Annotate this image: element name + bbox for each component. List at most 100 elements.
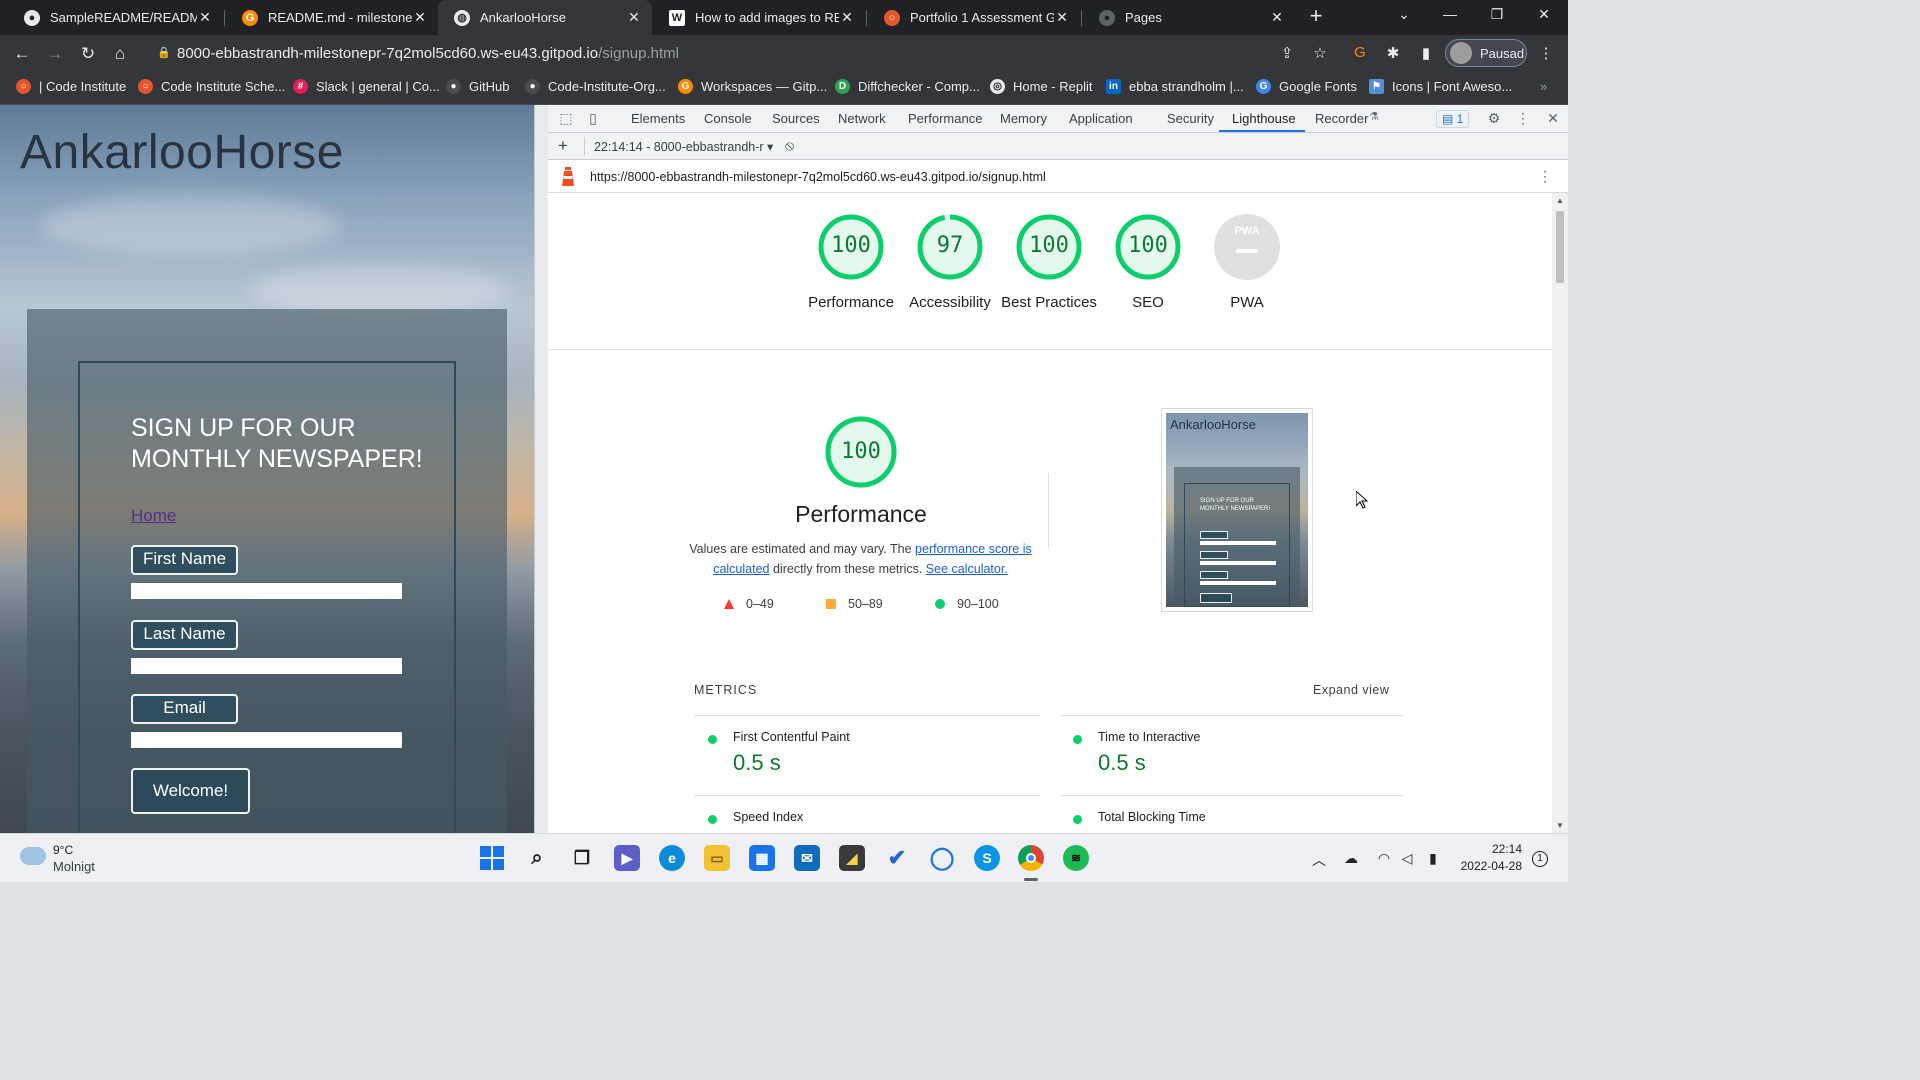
tab-wikihow[interactable]: W How to add images to REA ✕	[653, 0, 865, 35]
score-gauge-accessibility[interactable]: 97 Accessibility	[900, 213, 1000, 313]
expand-view-toggle[interactable]: Expand view	[1313, 683, 1389, 697]
volume-icon[interactable]: ◁	[1398, 850, 1416, 867]
scroll-up-icon[interactable]: ▲	[1556, 196, 1564, 205]
bookmark-item[interactable]: ○ Code Institute Sche...	[138, 79, 285, 94]
weather-description[interactable]: Molnigt	[53, 859, 95, 874]
score-gauge-pwa[interactable]: PWA PWA	[1197, 213, 1297, 313]
home-link[interactable]: Home	[131, 506, 176, 526]
scroll-down-icon[interactable]: ▼	[1556, 821, 1564, 830]
close-icon[interactable]: ✕	[197, 9, 213, 26]
devtools-tab-performance[interactable]: Performance	[908, 111, 982, 126]
wifi-icon[interactable]: ◠	[1375, 850, 1393, 867]
issues-badge[interactable]: ▤ 1	[1436, 110, 1470, 128]
messenger-icon[interactable]: ◯	[929, 845, 955, 871]
share-icon[interactable]: ⇪	[1277, 44, 1297, 62]
devtools-tab-sources[interactable]: Sources	[772, 111, 820, 126]
onedrive-cloud-icon[interactable]: ☁	[1342, 850, 1360, 867]
restore-icon[interactable]: ❐	[1487, 6, 1507, 23]
report-selector[interactable]: 22:14:14 - 8000-ebbastrandh-r ▾	[594, 139, 773, 154]
scrollbar-thumb[interactable]	[1556, 211, 1564, 283]
close-icon[interactable]: ✕	[839, 9, 855, 26]
edge-icon[interactable]: e	[659, 845, 685, 871]
tab-pages[interactable]: ● Pages ✕	[1083, 0, 1295, 35]
last-name-input[interactable]	[131, 658, 402, 674]
bookmark-item[interactable]: G Google Fonts	[1256, 79, 1357, 94]
windows-start-icon[interactable]	[479, 845, 505, 871]
close-icon[interactable]: ✕	[1054, 9, 1070, 26]
gitpod-extension-icon[interactable]: G	[1350, 44, 1370, 61]
bookmark-item[interactable]: in ebba strandholm |...	[1106, 79, 1244, 94]
spotify-icon[interactable]: ≋	[1063, 845, 1089, 871]
inspect-element-icon[interactable]: ⬚	[557, 110, 575, 127]
file-explorer-icon[interactable]: ▭	[704, 845, 730, 871]
tab-search-icon[interactable]: ⌄	[1394, 6, 1414, 23]
bookmark-star-icon[interactable]: ☆	[1310, 44, 1330, 62]
todo-icon[interactable]: ✔	[884, 845, 910, 871]
side-panel-icon[interactable]: ▮	[1416, 44, 1436, 62]
close-icon[interactable]: ✕	[626, 9, 642, 26]
profile-button[interactable]: Pausad	[1445, 39, 1527, 67]
devtools-tab-application[interactable]: Application	[1069, 111, 1133, 126]
lock-icon[interactable]: 🔒	[157, 46, 171, 59]
settings-gear-icon[interactable]: ⚙	[1485, 110, 1503, 127]
weather-temperature[interactable]: 9°C	[53, 843, 73, 857]
tab-readme-milestone[interactable]: G README.md - milestone-pr ✕	[226, 0, 438, 35]
reload-icon[interactable]: ↻	[77, 43, 99, 65]
clear-reports-icon[interactable]: ⦸	[785, 137, 794, 154]
new-tab-button[interactable]: +	[1305, 5, 1327, 28]
report-menu-icon[interactable]: ⋮	[1538, 168, 1552, 185]
skype-icon[interactable]: S	[974, 845, 1000, 871]
clock-date[interactable]: 2022-04-28	[1450, 859, 1522, 873]
weather-cloud-icon[interactable]	[20, 847, 46, 865]
mail-icon[interactable]: ✉	[794, 845, 820, 871]
clock-time[interactable]: 22:14	[1476, 842, 1522, 856]
bookmark-item[interactable]: ◎ Home - Replit	[990, 79, 1092, 94]
url-text[interactable]: 8000-ebbastrandh-milestonepr-7q2mol5cd60…	[177, 45, 679, 62]
final-screenshot-thumbnail[interactable]: AnkarlooHorse SIGN UP FOR OUR MONTHLY NE…	[1161, 408, 1313, 612]
devtools-tab-security[interactable]: Security	[1167, 111, 1214, 126]
extensions-icon[interactable]: ✱	[1383, 44, 1403, 62]
email-input[interactable]	[131, 732, 402, 748]
devtools-menu-icon[interactable]: ⋮	[1514, 110, 1532, 127]
tray-overflow-icon[interactable]: ︿	[1310, 850, 1328, 870]
score-gauge-best-practices[interactable]: 100 Best Practices	[999, 213, 1099, 313]
device-toolbar-icon[interactable]: ▯	[584, 110, 602, 127]
tab-portfolio-guide[interactable]: ○ Portfolio 1 Assessment Gui ✕	[868, 0, 1080, 35]
bookmark-item[interactable]: G Workspaces — Gitp...	[678, 79, 827, 94]
score-gauge-performance[interactable]: 100 Performance	[801, 213, 901, 313]
bookmark-item[interactable]: ● Code-Institute-Org...	[525, 79, 666, 94]
search-icon[interactable]: ⌕	[524, 845, 550, 871]
bookmark-item[interactable]: # Slack | general | Co...	[293, 79, 440, 94]
browser-menu-icon[interactable]: ⋮	[1536, 44, 1556, 62]
close-icon[interactable]: ✕	[412, 9, 428, 26]
bookmark-item[interactable]: ● GitHub	[446, 79, 509, 94]
devtools-tab-recorder[interactable]: Recorder	[1315, 111, 1368, 126]
close-devtools-icon[interactable]: ✕	[1544, 110, 1562, 127]
bookmark-item[interactable]: D Diffchecker - Comp...	[835, 79, 980, 94]
site-title[interactable]: AnkarlooHorse	[20, 125, 344, 180]
devtools-tab-elements[interactable]: Elements	[631, 111, 685, 126]
forward-icon[interactable]: →	[44, 43, 66, 65]
report-scrollbar[interactable]: ▲ ▼	[1552, 193, 1568, 833]
chrome-icon[interactable]	[1018, 845, 1044, 871]
address-bar[interactable]: 🔒 8000-ebbastrandh-milestonepr-7q2mol5cd…	[145, 40, 1340, 67]
score-gauge-seo[interactable]: 100 SEO	[1098, 213, 1198, 313]
bookmark-item[interactable]: ⚑ Icons | Font Aweso...	[1369, 79, 1512, 94]
sticky-notes-icon[interactable]: ◢	[839, 845, 865, 871]
devtools-tab-network[interactable]: Network	[838, 111, 886, 126]
bookmark-item[interactable]: ○ | Code Institute	[16, 79, 126, 94]
minimize-icon[interactable]: —	[1440, 6, 1460, 22]
close-icon[interactable]: ✕	[1269, 9, 1285, 26]
tab-ankarloohorse[interactable]: ◍ AnkarlooHorse ✕	[438, 0, 652, 35]
welcome-submit-button[interactable]: Welcome!	[131, 768, 250, 814]
devtools-tab-lighthouse[interactable]: Lighthouse	[1232, 111, 1296, 126]
tab-sample-readme[interactable]: ● SampleREADME/README.n ✕	[8, 0, 223, 35]
new-report-icon[interactable]: +	[558, 136, 568, 156]
more-bookmarks-icon[interactable]: »	[1540, 79, 1547, 94]
home-icon[interactable]: ⌂	[109, 43, 131, 65]
back-icon[interactable]: ←	[11, 43, 33, 65]
devtools-tab-console[interactable]: Console	[704, 111, 752, 126]
window-close-icon[interactable]: ✕	[1534, 6, 1554, 23]
teams-chat-icon[interactable]: ▶	[614, 845, 640, 871]
devtools-tab-memory[interactable]: Memory	[1000, 111, 1047, 126]
